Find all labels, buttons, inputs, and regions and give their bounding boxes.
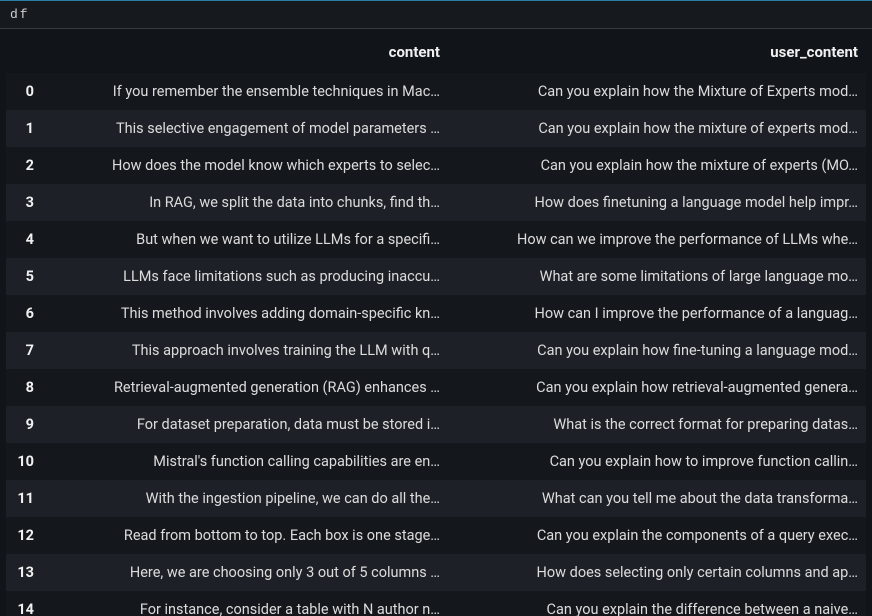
table-row: 3In RAG, we split the data into chunks, … [6, 184, 866, 221]
cell-content: Here, we are choosing only 3 out of 5 co… [40, 554, 448, 591]
table-row: 6This method involves adding domain-spec… [6, 295, 866, 332]
code-input[interactable]: df [0, 0, 872, 29]
row-index: 4 [6, 221, 40, 258]
table-row: 5LLMs face limitations such as producing… [6, 258, 866, 295]
cell-user-content: Can you explain the components of a quer… [448, 517, 866, 554]
row-index: 10 [6, 443, 40, 480]
row-index: 11 [6, 480, 40, 517]
cell-content: For dataset preparation, data must be st… [40, 406, 448, 443]
row-index: 5 [6, 258, 40, 295]
cell-content: This approach involves training the LLM … [40, 332, 448, 369]
cell-user-content: How does finetuning a language model hel… [448, 184, 866, 221]
cell-user-content: Can you explain how the mixture of exper… [448, 110, 866, 147]
table-row: 4But when we want to utilize LLMs for a … [6, 221, 866, 258]
cell-user-content: How can I improve the performance of a l… [448, 295, 866, 332]
dataframe-table: content user_content 0If you remember th… [6, 33, 866, 616]
row-index: 3 [6, 184, 40, 221]
table-row: 11With the ingestion pipeline, we can do… [6, 480, 866, 517]
table-row: 13Here, we are choosing only 3 out of 5 … [6, 554, 866, 591]
cell-content: But when we want to utilize LLMs for a s… [40, 221, 448, 258]
cell-user-content: Can you explain how the mixture of exper… [448, 147, 866, 184]
cell-content: In RAG, we split the data into chunks, f… [40, 184, 448, 221]
row-index: 2 [6, 147, 40, 184]
table-row: 7This approach involves training the LLM… [6, 332, 866, 369]
row-index: 14 [6, 591, 40, 616]
header-user-content: user_content [448, 33, 866, 73]
cell-user-content: Can you explain how fine-tuning a langua… [448, 332, 866, 369]
header-index [6, 33, 40, 73]
table-row: 12Read from bottom to top. Each box is o… [6, 517, 866, 554]
cell-user-content: Can you explain how retrieval-augmented … [448, 369, 866, 406]
code-input-value: df [10, 7, 30, 22]
row-index: 7 [6, 332, 40, 369]
cell-user-content: What is the correct format for preparing… [448, 406, 866, 443]
cell-content: With the ingestion pipeline, we can do a… [40, 480, 448, 517]
cell-user-content: What are some limitations of large langu… [448, 258, 866, 295]
header-row: content user_content [6, 33, 866, 73]
header-content: content [40, 33, 448, 73]
row-index: 13 [6, 554, 40, 591]
cell-content: This method involves adding domain-speci… [40, 295, 448, 332]
row-index: 6 [6, 295, 40, 332]
table-row: 1This selective engagement of model para… [6, 110, 866, 147]
table-row: 2How does the model know which experts t… [6, 147, 866, 184]
cell-content: If you remember the ensemble techniques … [40, 73, 448, 110]
table-row: 10Mistral's function calling capabilitie… [6, 443, 866, 480]
cell-content: LLMs face limitations such as producing … [40, 258, 448, 295]
table-row: 8Retrieval-augmented generation (RAG) en… [6, 369, 866, 406]
dataframe-output: content user_content 0If you remember th… [0, 29, 872, 616]
cell-content: How does the model know which experts to… [40, 147, 448, 184]
cell-content: Mistral's function calling capabilities … [40, 443, 448, 480]
row-index: 9 [6, 406, 40, 443]
cell-user-content: How can we improve the performance of LL… [448, 221, 866, 258]
table-row: 0If you remember the ensemble techniques… [6, 73, 866, 110]
cell-user-content: How does selecting only certain columns … [448, 554, 866, 591]
row-index: 12 [6, 517, 40, 554]
row-index: 0 [6, 73, 40, 110]
table-row: 14For instance, consider a table with N … [6, 591, 866, 616]
cell-content: Retrieval-augmented generation (RAG) enh… [40, 369, 448, 406]
cell-content: For instance, consider a table with N au… [40, 591, 448, 616]
cell-user-content: What can you tell me about the data tran… [448, 480, 866, 517]
cell-user-content: Can you explain how the Mixture of Exper… [448, 73, 866, 110]
cell-user-content: Can you explain how to improve function … [448, 443, 866, 480]
cell-content: This selective engagement of model param… [40, 110, 448, 147]
row-index: 1 [6, 110, 40, 147]
row-index: 8 [6, 369, 40, 406]
cell-user-content: Can you explain the difference between a… [448, 591, 866, 616]
cell-content: Read from bottom to top. Each box is one… [40, 517, 448, 554]
table-row: 9For dataset preparation, data must be s… [6, 406, 866, 443]
